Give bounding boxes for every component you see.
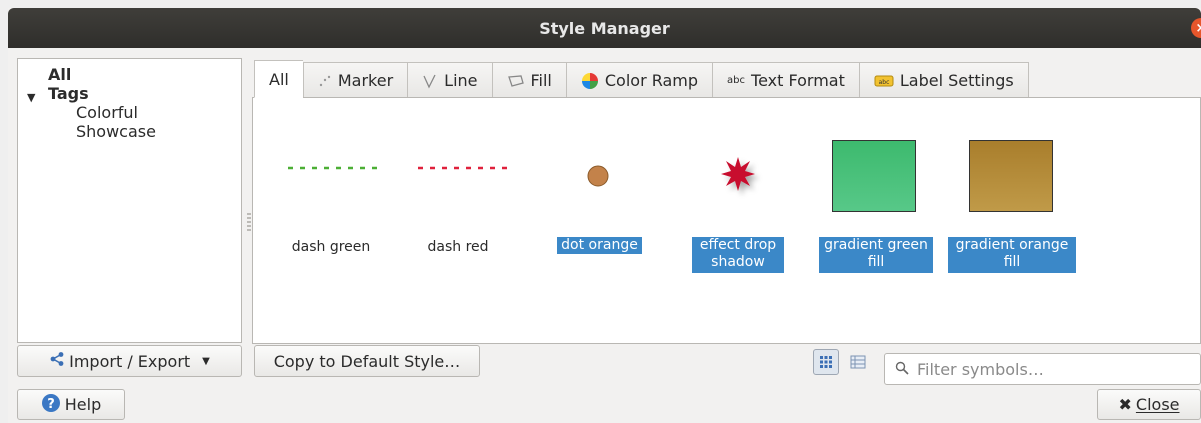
symbol-dash-red-preview[interactable] bbox=[408, 148, 518, 188]
window-title: Style Manager bbox=[539, 18, 670, 38]
tab-label: Color Ramp bbox=[604, 71, 699, 90]
tab-label: Line bbox=[444, 71, 478, 90]
symbol-type-tabs: All Marker Line Fill Color Ramp abc Text… bbox=[254, 60, 1029, 98]
tab-label-settings[interactable]: abc Label Settings bbox=[858, 62, 1029, 98]
symbol-label[interactable]: gradient orange fill bbox=[948, 237, 1076, 273]
style-manager-window: Style Manager × All ▼ Tags Colorful Show… bbox=[8, 8, 1201, 423]
tab-text-format[interactable]: abc Text Format bbox=[712, 62, 859, 98]
tab-label: Text Format bbox=[751, 71, 845, 90]
import-export-button[interactable]: Import / Export ▼ bbox=[17, 345, 242, 377]
tab-label: Marker bbox=[337, 71, 394, 90]
marker-icon bbox=[318, 74, 332, 88]
symbol-effect-drop-shadow-preview[interactable] bbox=[698, 143, 778, 203]
tab-label: All bbox=[269, 69, 289, 89]
symbol-list: dash green dash red dot orange effect dr… bbox=[252, 97, 1201, 344]
title-bar: Style Manager × bbox=[8, 8, 1201, 48]
tree-item-tag-colorful[interactable]: Colorful bbox=[76, 103, 138, 122]
dropdown-arrow-icon: ▼ bbox=[202, 355, 210, 367]
tab-label: Label Settings bbox=[899, 71, 1014, 90]
copy-to-default-style-button[interactable]: Copy to Default Style… bbox=[254, 345, 480, 377]
tag-tree: All ▼ Tags Colorful Showcase bbox=[17, 58, 242, 343]
tree-item-all[interactable]: All bbox=[48, 65, 71, 84]
list-view-icon bbox=[850, 355, 866, 369]
color-ramp-icon bbox=[581, 72, 599, 90]
icon-view-button[interactable] bbox=[813, 349, 839, 375]
symbol-label[interactable]: gradient green fill bbox=[819, 237, 933, 273]
symbol-label[interactable]: dash red bbox=[413, 239, 503, 256]
tab-color-ramp[interactable]: Color Ramp bbox=[565, 62, 713, 98]
symbol-label[interactable]: dot orange bbox=[557, 237, 642, 254]
label-settings-icon: abc bbox=[874, 74, 894, 88]
search-icon bbox=[895, 360, 909, 379]
svg-text:abc: abc bbox=[878, 79, 889, 86]
copy-default-label: Copy to Default Style… bbox=[273, 351, 461, 371]
close-button[interactable]: ✖ Close bbox=[1097, 389, 1201, 420]
help-button[interactable]: ? Help bbox=[17, 389, 125, 420]
share-icon bbox=[49, 351, 65, 371]
line-icon bbox=[422, 73, 438, 89]
grid-view-icon bbox=[820, 356, 832, 368]
tree-item-tag-showcase[interactable]: Showcase bbox=[76, 122, 156, 141]
close-label: Close bbox=[1135, 395, 1180, 414]
import-export-label: Import / Export bbox=[69, 351, 191, 371]
symbol-gradient-green-fill-preview[interactable] bbox=[829, 140, 919, 214]
tree-item-tags[interactable]: Tags bbox=[48, 84, 89, 103]
tab-fill[interactable]: Fill bbox=[491, 62, 566, 98]
symbol-label[interactable]: dash green bbox=[281, 239, 381, 256]
fill-icon bbox=[507, 74, 525, 88]
tab-label: Fill bbox=[530, 71, 552, 90]
close-icon: ✖ bbox=[1118, 395, 1132, 414]
symbol-dash-green-preview[interactable] bbox=[278, 148, 388, 188]
tab-line[interactable]: Line bbox=[407, 62, 492, 98]
text-format-icon: abc bbox=[727, 75, 746, 86]
expand-arrow-icon[interactable]: ▼ bbox=[27, 88, 35, 107]
help-icon: ? bbox=[41, 393, 61, 417]
symbol-dot-orange-preview[interactable] bbox=[558, 148, 638, 198]
svg-text:?: ? bbox=[47, 397, 55, 412]
tab-all[interactable]: All bbox=[254, 60, 303, 98]
filter-symbols-input[interactable] bbox=[917, 359, 1177, 379]
symbol-label[interactable]: effect drop shadow bbox=[692, 237, 784, 273]
splitter-handle[interactable] bbox=[247, 213, 251, 233]
filter-symbols-field[interactable] bbox=[884, 353, 1201, 385]
help-label: Help bbox=[64, 395, 102, 414]
window-close-icon[interactable]: × bbox=[1191, 18, 1201, 38]
list-view-button[interactable] bbox=[845, 349, 871, 375]
tab-marker[interactable]: Marker bbox=[302, 62, 408, 98]
symbol-gradient-orange-fill-preview[interactable] bbox=[966, 140, 1056, 214]
